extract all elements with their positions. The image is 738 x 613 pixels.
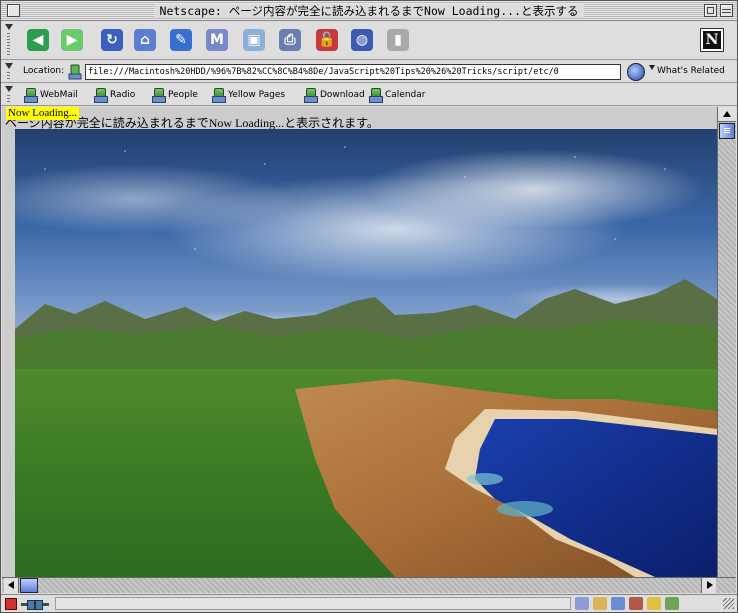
title-bar[interactable]: Netscape: ページ内容が完全に読み込まれるまでNow Loading..… — [1, 1, 737, 21]
bookmark-icon — [211, 88, 226, 103]
horizontal-scroll-thumb[interactable] — [20, 578, 38, 593]
location-label: Location: — [23, 66, 65, 76]
bookmark-label: Download — [320, 90, 365, 100]
whats-related-button[interactable]: What's Related — [657, 66, 725, 76]
status-bar — [1, 594, 737, 612]
shop-icon: ◍ — [351, 29, 373, 51]
whats-related-dropdown-icon[interactable] — [649, 65, 655, 70]
bookmark-yellow-pages[interactable]: Yellow Pages — [211, 87, 285, 103]
now-loading-label: Now Loading... — [6, 107, 80, 120]
scroll-up-arrow[interactable] — [718, 107, 736, 122]
bookmark-people[interactable]: People — [151, 87, 198, 103]
images-button[interactable]: ▣ — [241, 27, 267, 53]
horizontal-scrollbar[interactable] — [2, 577, 736, 593]
vertical-scroll-thumb[interactable] — [719, 123, 735, 139]
bookmark-label: Yellow Pages — [228, 90, 286, 100]
collapse-box[interactable] — [720, 4, 733, 17]
back-arrow-icon: ◀ — [27, 29, 49, 51]
home-icon: ⌂ — [134, 29, 156, 51]
home-button[interactable]: ⌂ — [132, 27, 158, 53]
forward-button[interactable]: ▶ — [59, 27, 85, 53]
search-icon: ✎ — [170, 29, 192, 51]
aim-icon[interactable] — [647, 597, 661, 610]
bookmark-icon — [303, 88, 318, 103]
my-netscape-button[interactable]: M — [204, 27, 230, 53]
vertical-scrollbar[interactable] — [717, 107, 736, 577]
browser-window: Netscape: ページ内容が完全に読み込まれるまでNow Loading..… — [0, 0, 738, 613]
bookmark-icon — [93, 88, 108, 103]
addressbook-icon[interactable] — [611, 597, 625, 610]
bookmark-radio[interactable]: Radio — [93, 87, 135, 103]
images-icon: ▣ — [243, 29, 265, 51]
landscape-image — [15, 129, 717, 577]
shop-button[interactable]: ◍ — [349, 27, 375, 53]
toolbar-collapse-grip[interactable] — [3, 24, 14, 57]
component-bar — [575, 597, 679, 611]
netscape-logo[interactable]: N — [700, 28, 724, 52]
location-toolbar: Location: file:///Macintosh%20HDD/%96%7B… — [1, 61, 737, 83]
toolbar-collapse-grip[interactable] — [3, 86, 14, 103]
bookmark-webmail[interactable]: WebMail — [23, 87, 78, 103]
my-netscape-icon: M — [206, 29, 228, 51]
page-content: ページ内容が完全に読み込まれるまでNow Loading...と表示されます。 … — [2, 107, 717, 577]
security-button[interactable]: 🔓 — [314, 27, 340, 53]
whats-related-icon[interactable] — [627, 63, 645, 81]
mail-icon[interactable] — [593, 597, 607, 610]
bookmark-label: People — [168, 90, 198, 100]
composer-icon[interactable] — [629, 597, 643, 610]
search-button[interactable]: ✎ — [168, 27, 194, 53]
bookmark-label: Calendar — [385, 90, 426, 100]
scroll-left-arrow[interactable] — [4, 578, 19, 593]
reload-icon: ↻ — [101, 29, 123, 51]
netscape-n-icon: N — [703, 31, 721, 49]
resize-grip-icon[interactable] — [723, 598, 734, 609]
stop-icon: ▮ — [387, 29, 409, 51]
bookmark-icon — [368, 88, 383, 103]
reload-button[interactable]: ↻ — [99, 27, 125, 53]
security-lock-icon: 🔓 — [316, 29, 338, 51]
stop-button[interactable]: ▮ — [385, 27, 411, 53]
edit-pencil-icon[interactable] — [665, 597, 679, 610]
page-proxy-icon[interactable] — [67, 64, 83, 80]
bookmark-label: Radio — [110, 90, 136, 100]
personal-toolbar: WebMail Radio People Yellow Pages Download Ca… — [1, 84, 737, 106]
forward-arrow-icon: ▶ — [61, 29, 83, 51]
print-icon: ⎙ — [279, 29, 301, 51]
navigation-toolbar: ◀ ▶ ↻ ⌂ ✎ M ▣ ⎙ 🔓 ◍ ▮ N — [1, 22, 737, 60]
bookmark-label: WebMail — [40, 90, 78, 100]
bookmark-download[interactable]: Download — [303, 87, 365, 103]
toolbar-collapse-grip[interactable] — [3, 63, 14, 80]
bookmark-calendar[interactable]: Calendar — [368, 87, 425, 103]
security-lock-icon[interactable] — [5, 598, 17, 610]
connection-icon — [21, 600, 49, 610]
status-message-area — [55, 597, 571, 610]
back-button[interactable]: ◀ — [25, 27, 51, 53]
location-url-field[interactable]: file:///Macintosh%20HDD/%96%7B%82%CC%8C%… — [85, 64, 621, 80]
zoom-box[interactable] — [704, 4, 717, 17]
bookmark-icon — [151, 88, 166, 103]
print-button[interactable]: ⎙ — [277, 27, 303, 53]
navigator-icon[interactable] — [575, 597, 589, 610]
bookmark-icon — [23, 88, 38, 103]
window-title: Netscape: ページ内容が完全に読み込まれるまでNow Loading..… — [153, 4, 585, 18]
scroll-right-arrow[interactable] — [701, 578, 716, 593]
